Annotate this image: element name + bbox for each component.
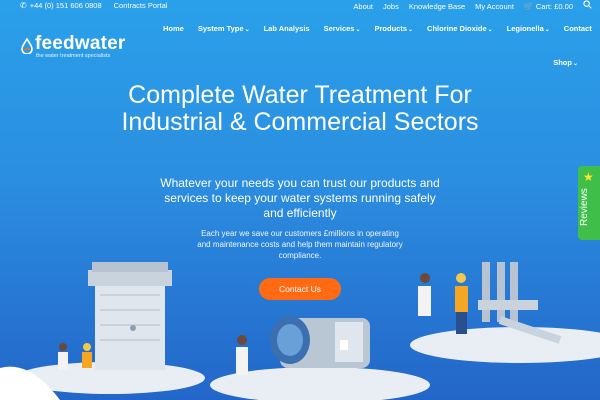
brand-tagline: the water treatment specialists xyxy=(36,53,111,59)
water-drop-icon xyxy=(21,38,33,54)
nav-legionella[interactable]: Legionella⌄ xyxy=(500,24,557,33)
reviews-label: Reviews xyxy=(579,188,590,226)
jobs-link[interactable]: Jobs xyxy=(383,1,399,13)
reviews-tab[interactable]: ★ Reviews xyxy=(578,166,600,240)
cooling-tower-illustration xyxy=(88,262,172,370)
cart-icon: 🛒 xyxy=(523,1,534,11)
hero-headline: Complete Water Treatment For Industrial … xyxy=(121,81,479,136)
hero-subheading: Whatever your needs you can trust our pr… xyxy=(160,176,440,220)
site-logo[interactable]: feedwater the water treatment specialist… xyxy=(20,33,130,61)
chevron-down-icon: ⌄ xyxy=(572,61,578,67)
about-link[interactable]: About xyxy=(353,1,373,13)
hero-body-text: Each year we save our customers £million… xyxy=(197,229,403,260)
chevron-down-icon: ⌄ xyxy=(355,27,361,33)
nav-system-type[interactable]: System Type⌄ xyxy=(191,24,257,33)
star-icon: ★ xyxy=(583,170,594,184)
top-bar: ✆ +44 (0) 151 606 0808 Contracts Portal A… xyxy=(0,0,600,12)
pipes-illustration xyxy=(478,262,562,344)
person-illustration xyxy=(236,335,248,375)
nav-products[interactable]: Products⌄ xyxy=(368,24,421,33)
person-illustration xyxy=(58,343,92,370)
phone-icon: ✆ xyxy=(20,1,27,10)
main-nav: Home System Type⌄ Lab Analysis Services⌄… xyxy=(156,24,599,33)
knowledge-base-link[interactable]: Knowledge Base xyxy=(409,1,465,13)
person-illustration xyxy=(418,273,468,334)
my-account-link[interactable]: My Account xyxy=(475,1,514,13)
phone-link[interactable]: ✆ +44 (0) 151 606 0808 xyxy=(20,0,102,12)
contact-us-button[interactable]: Contact Us xyxy=(259,278,341,300)
nav-home[interactable]: Home xyxy=(156,24,191,33)
chevron-down-icon: ⌄ xyxy=(408,27,414,33)
chevron-down-icon: ⌄ xyxy=(244,27,250,33)
nav-shop[interactable]: Shop⌄ xyxy=(553,58,578,67)
search-icon[interactable] xyxy=(583,0,592,13)
contracts-portal-link[interactable]: Contracts Portal xyxy=(114,0,168,12)
nav-chlorine-dioxide[interactable]: Chlorine Dioxide⌄ xyxy=(420,24,500,33)
nav-contact[interactable]: Contact xyxy=(557,24,599,33)
brand-name: feedwater xyxy=(35,33,126,54)
chevron-down-icon: ⌄ xyxy=(544,27,550,33)
nav-lab-analysis[interactable]: Lab Analysis xyxy=(257,24,317,33)
cart-link[interactable]: 🛒 Cart: £0.00 xyxy=(524,1,573,13)
chevron-down-icon: ⌄ xyxy=(487,27,493,33)
boiler-illustration xyxy=(270,316,370,368)
nav-services[interactable]: Services⌄ xyxy=(317,24,368,33)
